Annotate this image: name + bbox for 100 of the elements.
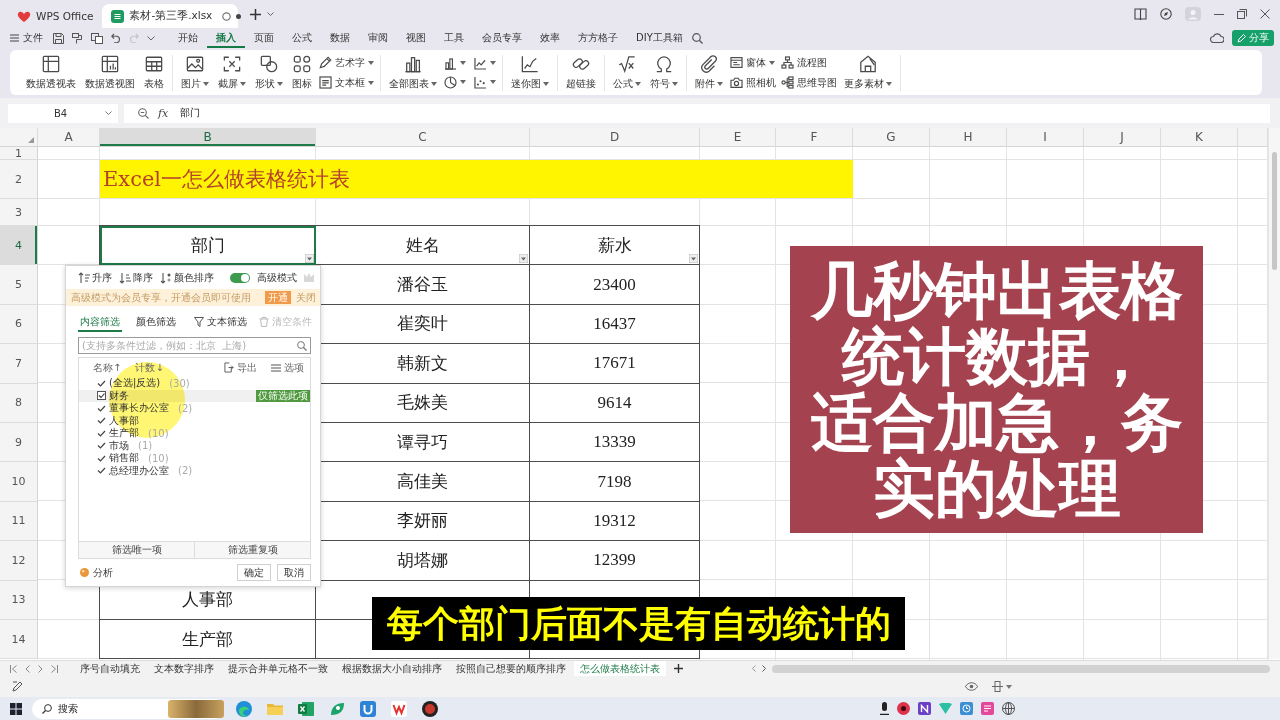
checkbox[interactable] [97,391,106,401]
options-button[interactable]: 选项 [271,360,304,375]
window-tab[interactable]: WPS Office [8,4,103,28]
ribbon-button[interactable]: 公式 [611,53,643,92]
checkbox[interactable] [97,466,106,476]
search-field[interactable]: (支持多条件过滤，例如：北京 上海) [78,337,311,354]
table-header-cell[interactable]: 薪水 [530,226,700,266]
checkbox[interactable] [97,416,106,426]
row-header[interactable]: 1 [0,147,38,160]
ribbon-button[interactable]: 超链接 [564,53,598,92]
brush-icon[interactable] [72,32,83,44]
copy-icon[interactable] [91,32,103,44]
ribbon-button[interactable]: 迷你图 [509,53,551,92]
row-header[interactable]: 13 [0,580,38,620]
sheet-tab[interactable]: 序号自动填充 [74,661,146,676]
formula-field[interactable]: 部门 [177,106,201,120]
spreadsheet-app-icon[interactable] [298,700,314,717]
menu-tab[interactable]: 工具 [435,28,473,48]
row-header[interactable]: 4 [0,226,38,266]
ribbon-button[interactable]: 附件 [693,53,725,92]
ribbon-button[interactable]: 图片 [179,53,211,92]
sheet-tab[interactable]: 提示合并单元格不一致 [222,661,334,676]
start-icon[interactable] [10,702,22,715]
ribbon-button[interactable]: 文本框 [319,75,374,90]
menu-tab[interactable]: 效率 [531,28,569,48]
search-icon[interactable] [297,340,307,351]
ok-button[interactable]: 确定 [237,564,271,581]
column-header[interactable]: G [853,128,930,147]
menu-tab[interactable]: 公式 [283,28,321,48]
chart-type-button[interactable] [444,56,466,70]
row-header[interactable]: 14 [0,619,38,660]
list-item[interactable]: 财务 仅筛选此项 [79,389,310,402]
scroll-right-icon[interactable] [762,665,766,672]
column-header[interactable]: J [1084,128,1161,147]
window-tab[interactable]: 素材-第三季.xlsx [102,4,239,28]
checkbox[interactable] [97,441,106,451]
unique-filter-button[interactable]: 筛选唯一项 [79,542,195,558]
sort-count-button[interactable]: 计数↓ [135,360,164,375]
menu-tab[interactable]: 开始 [169,28,207,48]
row-header[interactable]: 12 [0,541,38,581]
ribbon-button[interactable]: 截屏 [216,53,248,92]
caret-icon[interactable] [105,111,112,115]
row-header[interactable]: 2 [0,160,38,199]
chart-type-button[interactable] [444,75,466,89]
menu-tab[interactable]: 视图 [397,28,435,48]
scrollbar-thumb[interactable] [772,664,1270,673]
last-sheet-icon[interactable] [51,664,58,673]
menu-tab[interactable]: 方方格子 [569,28,627,48]
eye-icon[interactable] [965,682,978,691]
ribbon-button[interactable]: 艺术字 [319,55,374,70]
plus-icon[interactable] [250,8,262,20]
row-header[interactable]: 9 [0,422,38,463]
record-dot-icon[interactable] [897,702,910,715]
menu-tab[interactable]: 会员专享 [473,28,531,48]
globe-icon[interactable] [1002,702,1015,715]
ribbon-button[interactable]: 表格 [142,53,166,92]
filter-tab[interactable]: 内容筛选 [78,312,122,332]
column-header[interactable]: K [1161,128,1238,147]
ribbon-button[interactable]: 形状 [253,53,285,92]
ribbon-button[interactable]: 数据透视图 [83,53,137,92]
sort-button[interactable]: 升序 [78,270,112,285]
file-menu-button[interactable]: 文件 [10,31,53,45]
chart-type-button[interactable] [474,56,496,70]
filter-action-button[interactable]: 文本筛选 [194,315,247,329]
table-header-cell[interactable]: 部门 [100,226,316,266]
search-icon[interactable] [691,32,703,44]
app-tile-icon[interactable] [918,702,931,715]
scroll-left-icon[interactable] [752,665,756,672]
export-button[interactable]: 导出 [224,360,257,375]
pencil-icon[interactable] [12,681,23,692]
table-header-cell[interactable]: 姓名 [316,226,530,266]
record-icon[interactable] [422,700,438,717]
chart-type-button[interactable] [474,75,496,89]
sheet-tab[interactable]: 根据数据大小自动排序 [336,661,448,676]
filter-tab[interactable]: 颜色筛选 [134,312,178,332]
checkbox[interactable] [97,378,106,388]
column-header[interactable]: I [1007,128,1084,147]
row-header[interactable]: 10 [0,462,38,502]
checkbox[interactable] [97,403,106,413]
note-tile-icon[interactable] [981,702,994,715]
scrollbar-thumb[interactable] [1272,152,1277,270]
book-icon[interactable] [1134,8,1147,20]
leaf-app-icon[interactable] [329,700,345,717]
list-item[interactable]: 销售部 (10) [79,452,310,465]
sort-name-button[interactable]: 名称↑ [93,360,122,375]
ribbon-button[interactable]: 更多素材 [842,53,894,92]
restore-icon[interactable] [1237,9,1247,19]
swirl-icon[interactable] [236,700,252,717]
u-shape-tile-icon[interactable] [360,700,376,717]
list-item[interactable]: 总经理办公室 (2) [79,464,310,477]
ribbon-button[interactable]: 符号 [648,53,680,92]
circle-icon[interactable] [222,11,232,21]
caret-icon[interactable] [147,35,155,41]
first-sheet-icon[interactable] [10,664,17,673]
zigzag-tile-icon[interactable] [391,700,407,717]
list-item[interactable]: 生产部 (10) [79,427,310,440]
menu-tab[interactable]: DIY工具箱 [627,28,692,48]
zoom-icon[interactable] [138,107,149,119]
clock-tile-icon[interactable] [960,702,973,715]
column-header[interactable]: D [530,128,700,147]
